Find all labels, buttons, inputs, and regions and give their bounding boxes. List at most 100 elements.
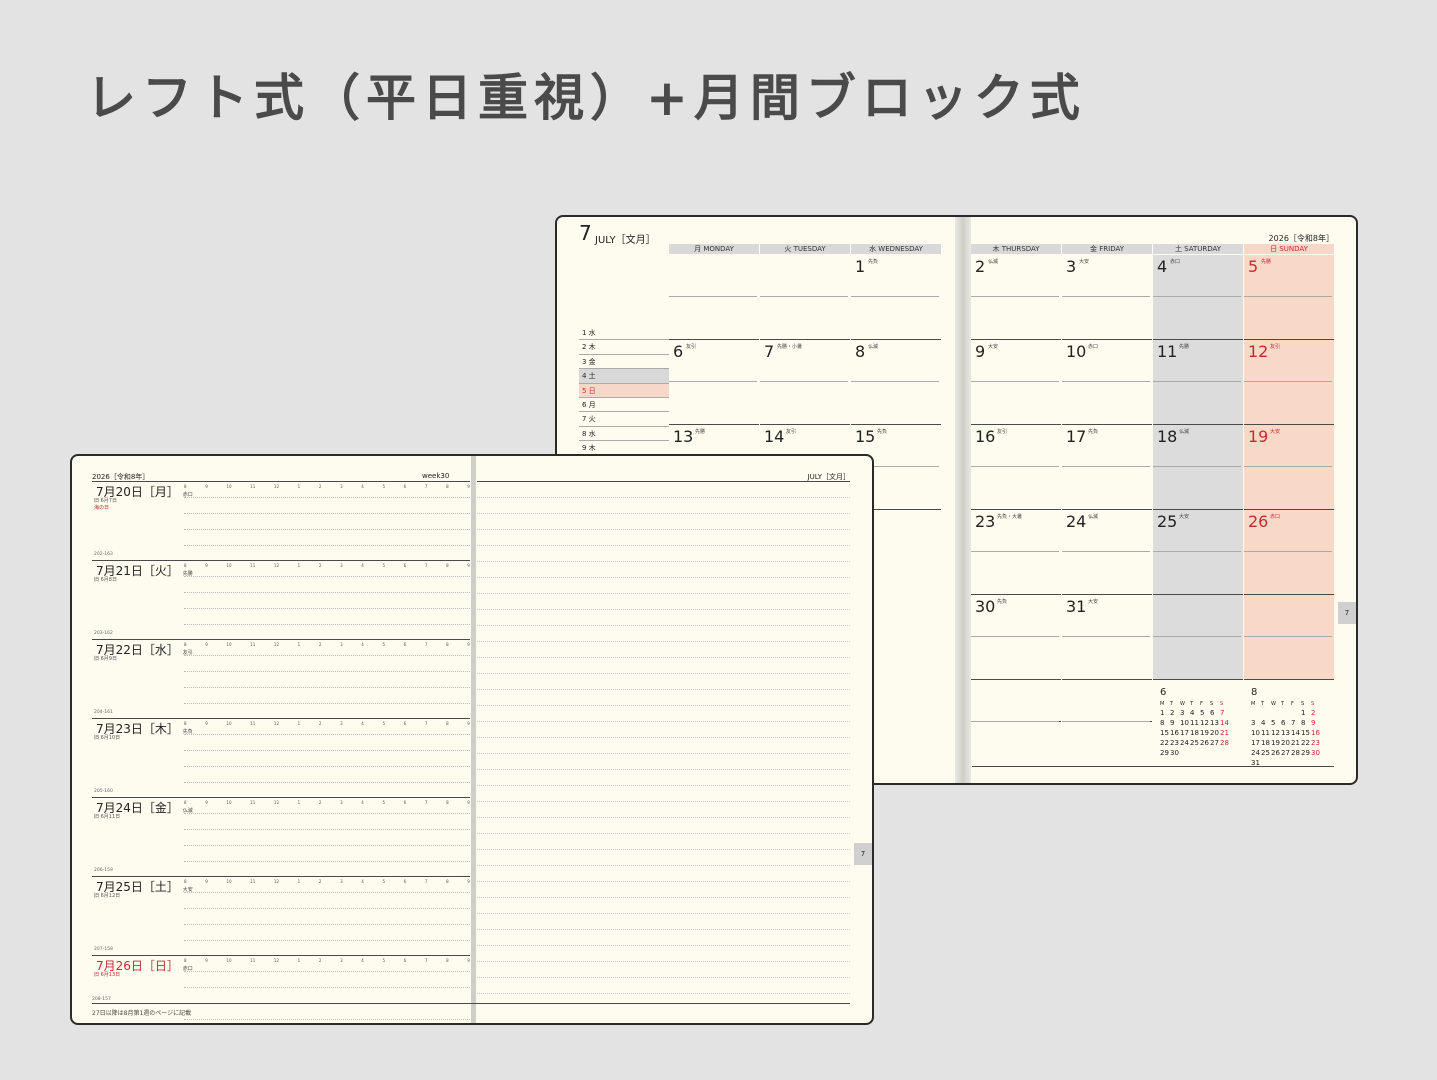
memo-line[interactable] xyxy=(477,977,850,978)
memo-line[interactable] xyxy=(477,545,850,546)
mini-cal-date: 1 xyxy=(1160,709,1165,717)
day-list-row: 7 火 xyxy=(579,412,669,427)
mini-cal-date: 2 xyxy=(1311,709,1316,717)
memo-line[interactable] xyxy=(477,689,850,690)
weekly-index-tab[interactable]: 7 xyxy=(854,843,872,865)
memo-line[interactable] xyxy=(477,801,850,802)
writing-line[interactable] xyxy=(184,687,470,688)
memo-line[interactable] xyxy=(477,721,850,722)
colhead-sunday: 日 SUNDAY xyxy=(1244,244,1335,254)
rokuyo-label: 先負 xyxy=(877,429,888,435)
mini-cal-date: 16 xyxy=(1311,729,1320,737)
hour-tick: 10 xyxy=(226,484,232,489)
memo-line[interactable] xyxy=(477,849,850,850)
memo-line[interactable] xyxy=(477,993,850,994)
memo-line[interactable] xyxy=(477,817,850,818)
mini-cal-weekday: M xyxy=(1251,701,1256,707)
rokuyo-label: 赤口 xyxy=(1270,514,1281,520)
day-cell: 25 大安 xyxy=(1153,510,1243,595)
memo-line[interactable] xyxy=(477,657,850,658)
hour-tick: 9 xyxy=(467,879,470,884)
writing-line[interactable] xyxy=(184,782,470,783)
writing-line[interactable] xyxy=(184,576,470,577)
mini-cal-weekday: T xyxy=(1281,701,1285,707)
mini-cal-date: 16 xyxy=(1170,729,1179,737)
memo-line[interactable] xyxy=(477,609,850,610)
weekly-week-number: week30 xyxy=(422,472,450,480)
mini-cal-weekday: M xyxy=(1160,701,1165,707)
writing-line[interactable] xyxy=(184,845,470,846)
writing-line[interactable] xyxy=(184,971,470,972)
memo-line[interactable] xyxy=(477,529,850,530)
weekly-day-row: 204-161 7月23日［木］ 先負旧 6月10日 8 9 10 11 12 1 2 3 4 5 6 7… xyxy=(92,710,470,797)
writing-line[interactable] xyxy=(184,940,470,941)
memo-line[interactable] xyxy=(477,577,850,578)
memo-line[interactable] xyxy=(477,593,850,594)
writing-line[interactable] xyxy=(184,734,470,735)
mini-cal-weekday: W xyxy=(1180,701,1185,707)
memo-line[interactable] xyxy=(477,641,850,642)
page-heading: レフト式（平日重視）+月間ブロック式 xyxy=(86,69,1086,127)
writing-line[interactable] xyxy=(184,703,470,704)
cell-divider xyxy=(971,636,1059,637)
memo-line[interactable] xyxy=(477,625,850,626)
memo-line[interactable] xyxy=(477,753,850,754)
writing-line[interactable] xyxy=(184,829,470,830)
writing-line[interactable] xyxy=(184,750,470,751)
writing-line[interactable] xyxy=(184,545,470,546)
writing-line[interactable] xyxy=(184,497,470,498)
hour-tick: 1 xyxy=(297,484,301,489)
memo-line[interactable] xyxy=(477,929,850,930)
memo-line[interactable] xyxy=(477,961,850,962)
colhead-saturday: 土 SATURDAY xyxy=(1153,244,1244,254)
memo-line[interactable] xyxy=(477,897,850,898)
memo-line[interactable] xyxy=(477,497,850,498)
writing-line[interactable] xyxy=(184,513,470,514)
writing-line[interactable] xyxy=(184,766,470,767)
writing-line[interactable] xyxy=(184,892,470,893)
memo-line[interactable] xyxy=(477,737,850,738)
writing-line[interactable] xyxy=(184,987,470,988)
memo-line[interactable] xyxy=(477,945,850,946)
writing-line[interactable] xyxy=(184,813,470,814)
memo-line[interactable] xyxy=(477,833,850,834)
memo-line[interactable] xyxy=(477,769,850,770)
hour-tick: 11 xyxy=(250,958,256,963)
mini-cal-date: 12 xyxy=(1271,729,1280,737)
writing-line[interactable] xyxy=(184,671,470,672)
memo-line[interactable] xyxy=(477,785,850,786)
mini-cal-date: 9 xyxy=(1311,719,1316,727)
writing-line[interactable] xyxy=(184,1019,470,1020)
writing-line[interactable] xyxy=(184,592,470,593)
day-list-row: 3 金 xyxy=(579,355,669,370)
day-number: 26 xyxy=(1248,512,1269,531)
memo-line[interactable] xyxy=(477,673,850,674)
writing-line[interactable] xyxy=(184,861,470,862)
rokuyo-label: 先負 xyxy=(1088,429,1099,435)
rokuyo-label: 大安 xyxy=(1079,259,1090,265)
day-cell: 11 先勝 xyxy=(1153,340,1243,425)
mini-cal-date: 8 xyxy=(1301,719,1306,727)
memo-line[interactable] xyxy=(477,913,850,914)
hour-tick: 9 xyxy=(205,563,208,568)
hour-tick: 9 xyxy=(467,642,470,647)
writing-line[interactable] xyxy=(184,924,470,925)
memo-line[interactable] xyxy=(477,865,850,866)
writing-line[interactable] xyxy=(184,908,470,909)
hour-tick: 8 xyxy=(184,642,187,647)
hour-tick: 6 xyxy=(403,484,407,489)
writing-line[interactable] xyxy=(184,608,470,609)
day-list-row: 8 水 xyxy=(579,427,669,442)
memo-line[interactable] xyxy=(477,881,850,882)
mini-calendar-month: 6 xyxy=(1160,687,1167,698)
monthly-index-tab[interactable]: 7 xyxy=(1338,602,1356,624)
memo-line[interactable] xyxy=(477,513,850,514)
hour-tick: 8 xyxy=(184,800,187,805)
writing-line[interactable] xyxy=(184,529,470,530)
writing-line[interactable] xyxy=(184,655,470,656)
memo-line[interactable] xyxy=(477,561,850,562)
hour-tick: 12 xyxy=(273,958,279,963)
day-separator xyxy=(92,560,470,561)
writing-line[interactable] xyxy=(184,624,470,625)
memo-line[interactable] xyxy=(477,705,850,706)
